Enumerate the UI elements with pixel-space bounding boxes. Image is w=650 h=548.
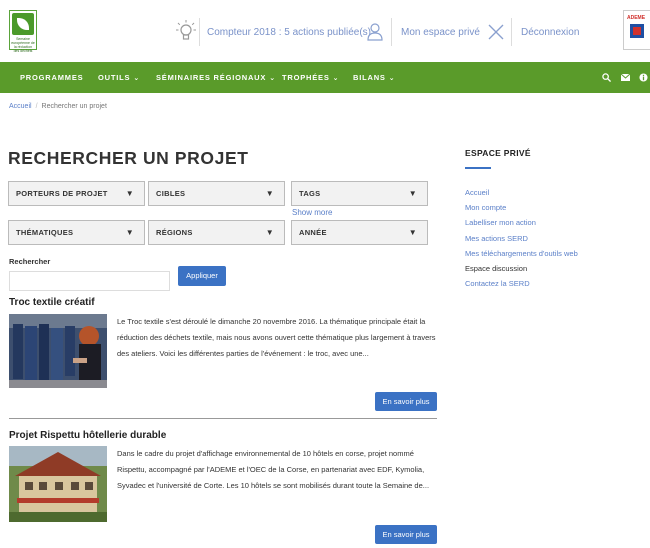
nav-item-label: TROPHÉES: [282, 73, 330, 82]
header-separator: [199, 18, 200, 46]
result-description: Dans le cadre du projet d'affichage envi…: [117, 449, 430, 490]
close-icon[interactable]: [488, 24, 504, 40]
result-description: Le Troc textile s'est déroulé le dimanch…: [117, 317, 436, 358]
caret-down-icon: ▼: [125, 228, 134, 237]
filter-tags-select[interactable]: TAGS ▼: [291, 181, 428, 206]
sidebar-item-contact[interactable]: Contactez la SERD: [465, 276, 578, 291]
nav-item-trophees[interactable]: TROPHÉES ⌄: [282, 62, 339, 93]
filter-label: PORTEURS DE PROJET: [16, 189, 108, 198]
logo-text: Semaine européenne de la réduction des d…: [11, 37, 35, 53]
ademe-mark-icon: [630, 24, 644, 38]
chevron-down-icon: ⌄: [388, 75, 396, 82]
textile-photo-image: [9, 314, 107, 388]
main-nav: PROGRAMMES OUTILS ⌄ SÉMINAIRES RÉGIONAUX ⌄…: [0, 62, 650, 93]
caret-down-icon: ▼: [408, 228, 417, 237]
ademe-logo[interactable]: ADEME: [623, 10, 650, 50]
search-icon[interactable]: [602, 73, 611, 82]
caret-down-icon: ▼: [265, 189, 274, 198]
header-separator: [391, 18, 392, 46]
show-more-link[interactable]: Show more: [292, 208, 332, 217]
site-logo[interactable]: Semaine européenne de la réduction des d…: [9, 10, 37, 53]
filter-cibles-select[interactable]: CIBLES ▼: [148, 181, 285, 206]
nav-item-outils[interactable]: OUTILS ⌄: [98, 62, 140, 93]
sidebar-item-labelliser[interactable]: Labelliser mon action: [465, 215, 578, 230]
sidebar-title: ESPACE PRIVÉ: [465, 148, 531, 158]
nav-item-seminaires[interactable]: SÉMINAIRES RÉGIONAUX ⌄: [156, 62, 276, 93]
nav-item-label: BILANS: [353, 73, 386, 82]
nav-item-label: OUTILS: [98, 73, 131, 82]
sidebar-item-accueil[interactable]: Accueil: [465, 185, 578, 200]
chevron-down-icon: ⌄: [269, 75, 276, 82]
result-thumbnail[interactable]: [9, 314, 107, 388]
breadcrumb: Accueil / Rechercher un projet: [9, 103, 107, 110]
read-more-button[interactable]: En savoir plus: [375, 525, 437, 544]
caret-down-icon: ▼: [408, 189, 417, 198]
hotel-photo-image: [9, 446, 107, 522]
lightbulb-icon: [176, 20, 196, 40]
sidebar-menu: Accueil Mon compte Labelliser mon action…: [465, 185, 578, 291]
search-input[interactable]: [9, 271, 170, 291]
search-label: Rechercher: [9, 257, 51, 266]
sidebar-title-underline: [465, 167, 491, 169]
caret-down-icon: ▼: [265, 228, 274, 237]
nav-item-bilans[interactable]: BILANS ⌄: [353, 62, 395, 93]
nav-item-programmes[interactable]: PROGRAMMES: [20, 62, 83, 93]
sidebar-item-mon-compte[interactable]: Mon compte: [465, 200, 578, 215]
header-separator: [511, 18, 512, 46]
breadcrumb-home[interactable]: Accueil: [9, 103, 32, 110]
result-divider: [9, 418, 437, 419]
read-more-button[interactable]: En savoir plus: [375, 392, 437, 411]
chevron-down-icon: ⌄: [133, 75, 140, 82]
leaf-logo-icon: [12, 13, 34, 35]
logout-link[interactable]: Déconnexion: [521, 22, 579, 42]
sidebar-item-mes-actions[interactable]: Mes actions SERD: [465, 231, 578, 246]
filter-label: TAGS: [299, 189, 321, 198]
counter-text: Compteur 2018 : 5 actions publiée(s): [207, 26, 371, 38]
filter-regions-select[interactable]: RÉGIONS ▼: [148, 220, 285, 245]
result-thumbnail[interactable]: [9, 446, 107, 522]
top-header: Semaine européenne de la réduction des d…: [0, 0, 650, 62]
result-title[interactable]: Troc textile créatif: [9, 297, 95, 308]
breadcrumb-current: Rechercher un projet: [41, 103, 107, 110]
breadcrumb-separator: /: [35, 103, 38, 110]
info-icon[interactable]: [639, 73, 648, 82]
filter-annee-select[interactable]: ANNÉE ▼: [291, 220, 428, 245]
apply-button[interactable]: Appliquer: [178, 266, 226, 286]
filter-label: CIBLES: [156, 189, 186, 198]
private-space-link[interactable]: Mon espace privé: [401, 22, 480, 42]
nav-item-label: PROGRAMMES: [20, 73, 84, 82]
nav-item-label: SÉMINAIRES RÉGIONAUX: [156, 73, 267, 82]
sidebar-item-telechargements[interactable]: Mes téléchargements d'outils web: [465, 246, 578, 261]
envelope-icon[interactable]: [621, 74, 630, 81]
chevron-down-icon: ⌄: [332, 75, 340, 82]
filter-thematiques-select[interactable]: THÉMATIQUES ▼: [8, 220, 145, 245]
filter-label: ANNÉE: [299, 228, 327, 237]
filter-label: RÉGIONS: [156, 228, 193, 237]
result-title[interactable]: Projet Rispettu hôtellerie durable: [9, 430, 166, 441]
filter-porteurs-select[interactable]: PORTEURS DE PROJET ▼: [8, 181, 145, 206]
caret-down-icon: ▼: [125, 189, 134, 198]
page-title: RECHERCHER UN PROJET: [8, 148, 249, 168]
user-icon[interactable]: [367, 23, 383, 41]
ademe-logo-text: ADEME: [627, 15, 646, 21]
filter-label: THÉMATIQUES: [16, 228, 74, 237]
sidebar-item-discussion[interactable]: Espace discussion: [465, 261, 578, 276]
